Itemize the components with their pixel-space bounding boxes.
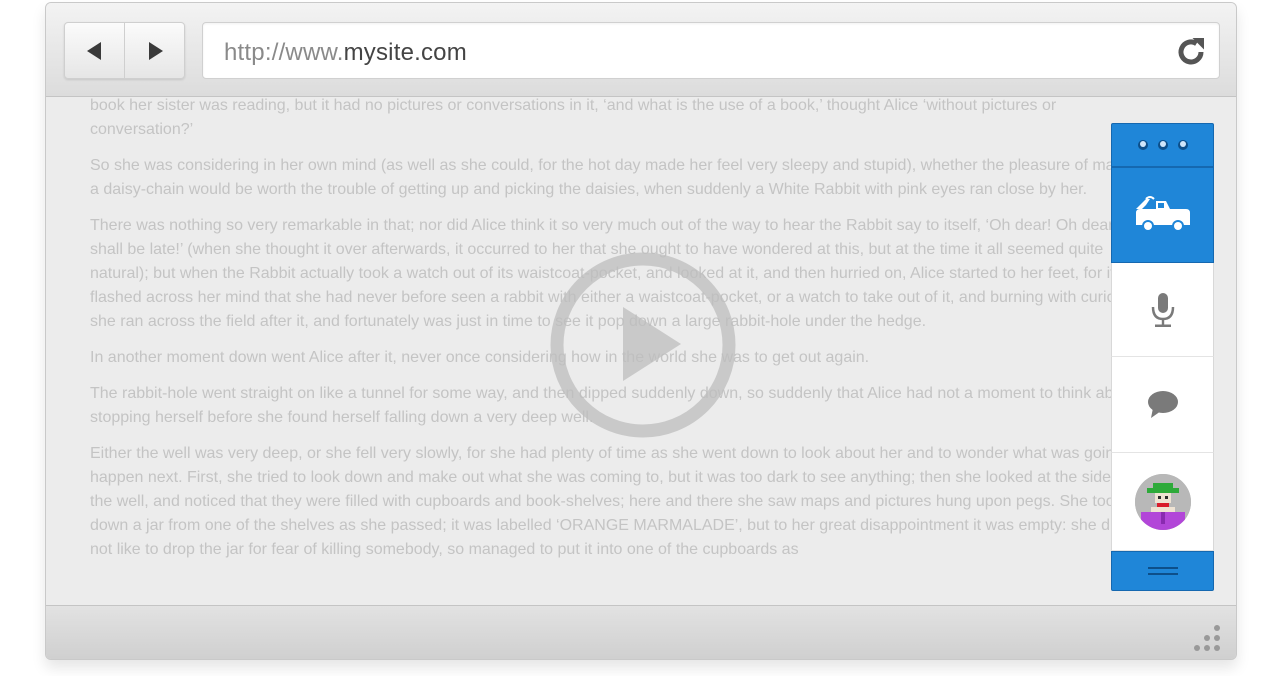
forward-button[interactable] <box>124 23 184 78</box>
chat-bubble-icon <box>1147 390 1178 418</box>
video-play-button[interactable] <box>549 251 737 439</box>
avatar <box>1134 473 1191 530</box>
hamburger-menu-icon <box>1147 567 1178 575</box>
reload-icon <box>1178 38 1204 65</box>
play-icon <box>550 252 736 438</box>
browser-window: http://www.mysite.com book her sister wa… <box>45 2 1237 660</box>
resize-grip-icon <box>1194 625 1220 651</box>
microphone-icon <box>1151 292 1174 327</box>
resize-grip[interactable] <box>1192 623 1222 653</box>
arrow-right-icon <box>148 41 163 60</box>
browser-toolbar: http://www.mysite.com <box>46 3 1236 97</box>
tow-truck-icon <box>1135 196 1190 232</box>
paragraph: So she was considering in her own mind (… <box>90 157 1144 198</box>
paragraph: book her sister was reading, but it had … <box>90 97 1057 138</box>
voice-input-button[interactable] <box>1111 263 1214 357</box>
reload-button[interactable] <box>1173 34 1209 70</box>
page-content: book her sister was reading, but it had … <box>46 97 1236 605</box>
side-toolbar <box>1111 123 1214 591</box>
url-prefix: http://www. <box>224 39 344 66</box>
menu-button[interactable] <box>1111 551 1214 591</box>
paragraph: Either the well was very deep, or she fe… <box>90 445 1141 558</box>
address-bar[interactable]: http://www.mysite.com <box>202 22 1220 79</box>
url-text[interactable]: http://www.mysite.com <box>224 39 467 67</box>
profile-button[interactable] <box>1111 453 1214 551</box>
back-button[interactable] <box>65 23 124 78</box>
roadside-assistance-button[interactable] <box>1111 167 1214 263</box>
arrow-left-icon <box>86 41 101 60</box>
more-dots-icon <box>1137 140 1188 150</box>
more-options-button[interactable] <box>1111 123 1214 167</box>
status-bar <box>46 605 1236 659</box>
chat-button[interactable] <box>1111 357 1214 453</box>
url-domain: mysite.com <box>343 39 467 66</box>
pixel-character-avatar <box>1134 473 1191 530</box>
navigation-buttons <box>64 22 185 79</box>
